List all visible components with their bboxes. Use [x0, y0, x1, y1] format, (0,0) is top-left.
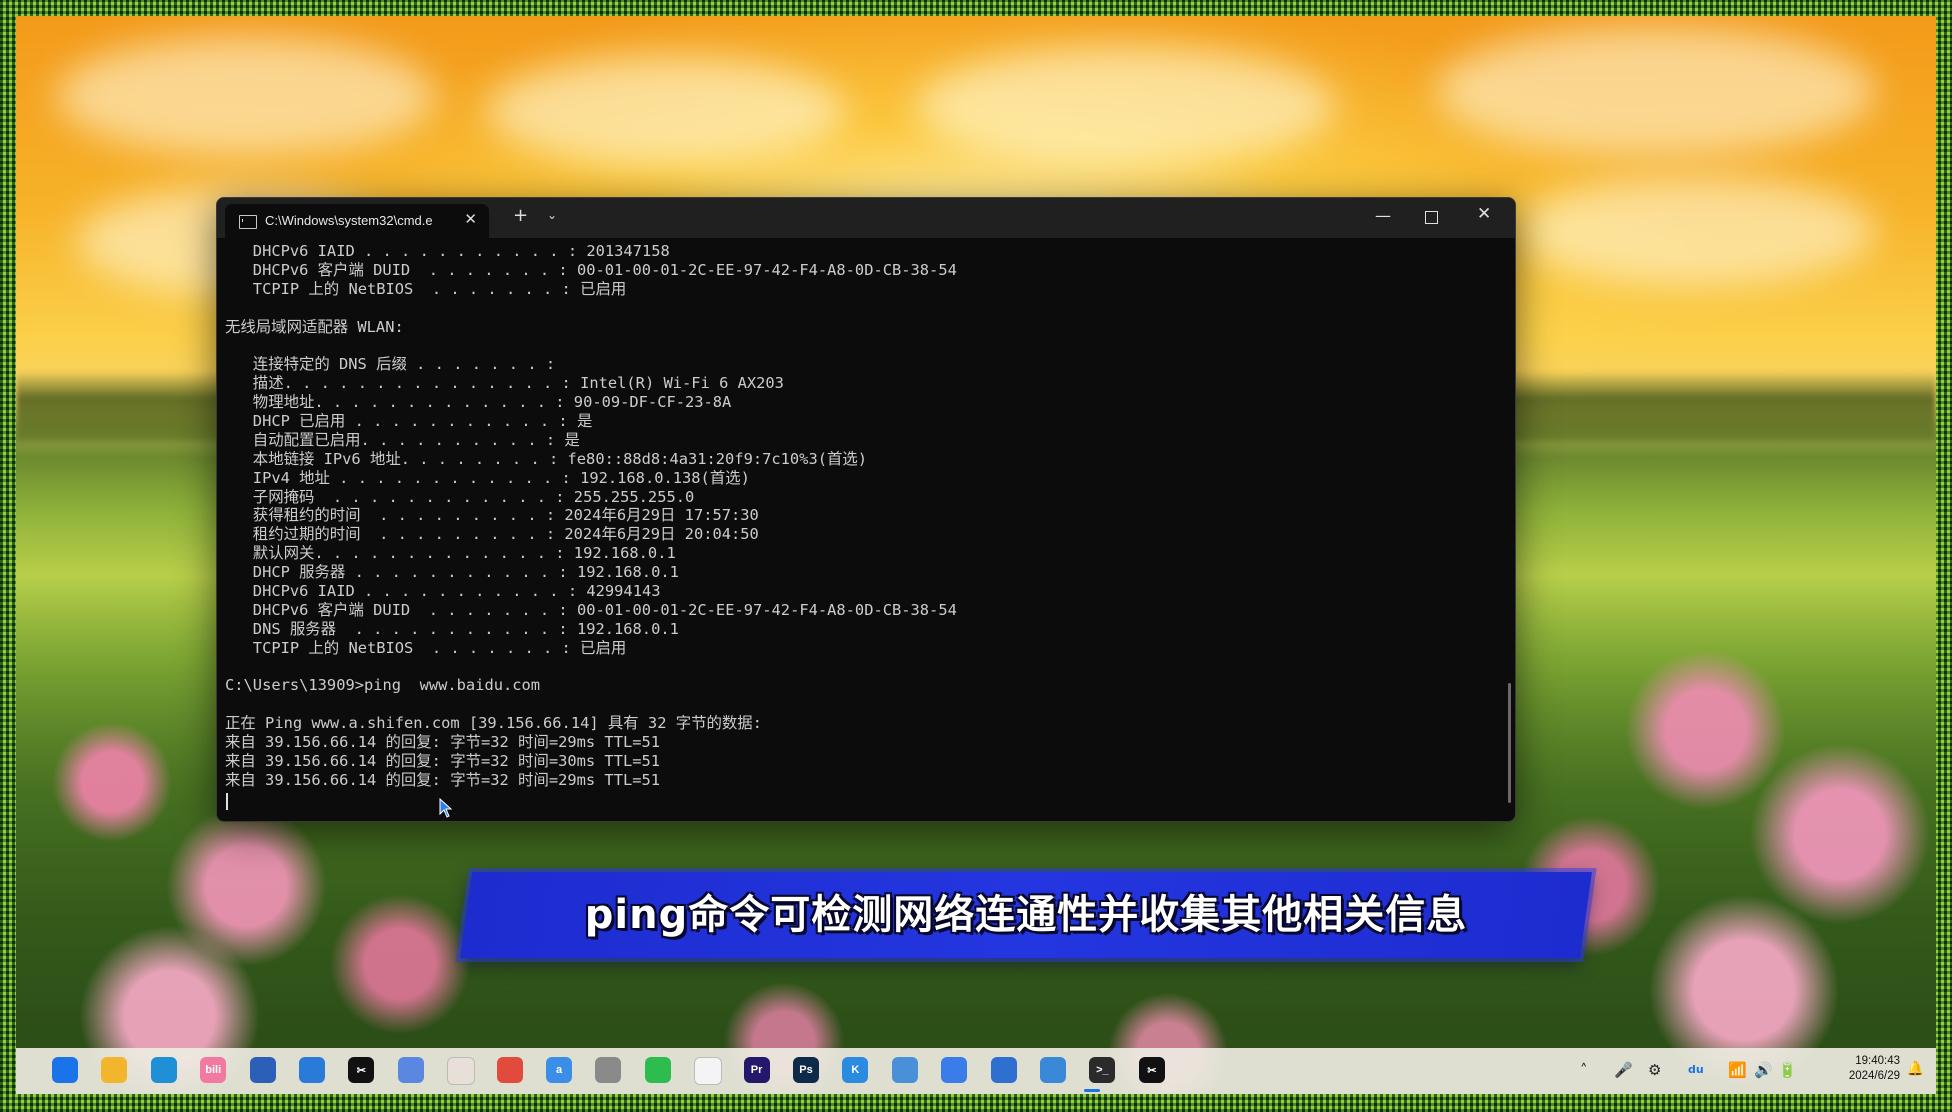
console-line: DHCPv6 客户端 DUID . . . . . . . : 00-01-00… — [225, 600, 957, 619]
new-tab-button[interactable]: + — [513, 205, 528, 226]
console-line: 来自 39.156.66.14 的回复: 字节=32 时间=30ms TTL=5… — [225, 752, 661, 771]
microphone-icon[interactable]: 🎤 — [1614, 1061, 1633, 1079]
console-line: DNS 服务器 . . . . . . . . . . . : 192.168.… — [225, 619, 679, 638]
console-line: 无线局域网适配器 WLAN: — [225, 317, 404, 336]
premiere-icon[interactable]: Pr — [743, 1057, 770, 1083]
app-tray-icon[interactable]: ⚙ — [1648, 1061, 1661, 1079]
cloud — [56, 36, 436, 156]
clock-time: 19:40:43 — [1855, 1055, 1900, 1067]
cloud — [1436, 26, 1876, 156]
console-line: 租约过期的时间 . . . . . . . . . : 2024年6月29日 2… — [225, 525, 759, 544]
terminal-icon[interactable]: >_ — [1089, 1057, 1116, 1083]
console-line: 默认网关. . . . . . . . . . . . . : 192.168.… — [225, 544, 676, 563]
console-line: 描述. . . . . . . . . . . . . . . : Intel(… — [225, 374, 784, 393]
terminal-window[interactable]: C:\Windows\system32\cmd.e ✕ + ⌄ — ✕ DHCP… — [216, 197, 1516, 822]
baidu-tray-icon[interactable]: du — [1688, 1063, 1704, 1076]
console-line: 连接特定的 DNS 后缀 . . . . . . . : — [225, 355, 556, 374]
console-line: DHCP 已启用 . . . . . . . . . . . : 是 — [225, 412, 593, 431]
console-line: 子网掩码 . . . . . . . . . . . . : 255.255.2… — [225, 487, 695, 506]
console-line: 自动配置已启用. . . . . . . . . . : 是 — [225, 430, 580, 449]
console-line: 物理地址. . . . . . . . . . . . . : 90-09-DF… — [225, 393, 732, 412]
console-line: IPv4 地址 . . . . . . . . . . . . : 192.16… — [225, 468, 750, 487]
scrollbar[interactable] — [1508, 683, 1511, 803]
battery-icon[interactable]: 🔋 — [1778, 1061, 1797, 1079]
cloud — [486, 56, 846, 166]
start-icon[interactable] — [52, 1057, 78, 1083]
game-app-icon[interactable] — [595, 1057, 622, 1083]
cloud — [916, 46, 1336, 166]
tab-close-icon[interactable]: ✕ — [464, 210, 477, 228]
console-output[interactable]: DHCPv6 IAID . . . . . . . . . . . : 2013… — [225, 242, 1501, 817]
clock-date: 2024/6/29 — [1848, 1070, 1900, 1082]
maximize-button[interactable] — [1425, 211, 1438, 224]
tab-cmd[interactable]: C:\Windows\system32\cmd.e ✕ — [225, 204, 489, 238]
mail-app-icon[interactable] — [941, 1057, 968, 1083]
console-line: 获得租约的时间 . . . . . . . . . : 2024年6月29日 1… — [225, 506, 759, 525]
console-line: 来自 39.156.66.14 的回复: 字节=32 时间=29ms TTL=5… — [225, 733, 661, 752]
window-app-icon[interactable] — [891, 1057, 918, 1083]
cloud — [1516, 176, 1876, 286]
wifi-icon[interactable]: 📶 — [1728, 1061, 1747, 1079]
wechat-icon[interactable] — [644, 1057, 671, 1083]
search-app-icon[interactable] — [990, 1057, 1017, 1083]
mouse-pointer-icon — [439, 798, 453, 818]
caption-text: ping命令可检测网络连通性并收集其他相关信息 — [584, 892, 1468, 938]
taskbar: bili ✂ a Pr Ps K >_ ✂ ˄ 🎤 ⚙ du 📶 🔊 🔋 19:40:43 2… — [16, 1048, 1936, 1094]
edge-icon[interactable] — [150, 1057, 177, 1083]
tab-title: C:\Windows\system32\cmd.e — [265, 213, 433, 228]
store-icon[interactable] — [249, 1057, 276, 1083]
title-bar[interactable]: C:\Windows\system32\cmd.e ✕ + ⌄ — ✕ — [217, 198, 1515, 238]
text-cursor — [226, 793, 228, 810]
console-line: DHCPv6 IAID . . . . . . . . . . . : 4299… — [225, 582, 661, 601]
app-icon[interactable] — [299, 1057, 325, 1083]
console-line: TCPIP 上的 NetBIOS . . . . . . . : 已启用 — [225, 638, 627, 657]
notification-bell-icon[interactable]: 🔔 — [1907, 1061, 1924, 1077]
network-app-icon[interactable] — [397, 1057, 424, 1083]
volume-icon[interactable]: 🔊 — [1754, 1061, 1773, 1079]
console-line: DHCP 服务器 . . . . . . . . . . . : 192.168… — [225, 563, 679, 582]
console-line: TCPIP 上的 NetBIOS . . . . . . . : 已启用 — [225, 279, 627, 298]
kuwo-icon[interactable]: K — [842, 1057, 869, 1083]
photoshop-icon[interactable]: Ps — [793, 1057, 819, 1083]
console-line: 本地链接 IPv6 地址. . . . . . . . : fe80::88d8… — [225, 449, 868, 468]
active-app-indicator — [1084, 1089, 1100, 1092]
file-explorer-icon[interactable] — [101, 1057, 128, 1083]
console-line: C:\Users\13909>ping www.baidu.com — [225, 676, 541, 695]
close-button[interactable]: ✕ — [1477, 204, 1491, 224]
clock[interactable]: 19:40:43 2024/6/29 — [1849, 1054, 1900, 1084]
tray-chevron-icon[interactable]: ˄ — [1580, 1061, 1588, 1079]
chrome-icon[interactable] — [496, 1057, 523, 1083]
notepad-icon[interactable] — [1040, 1057, 1066, 1083]
console-line: DHCPv6 客户端 DUID . . . . . . . : 00-01-00… — [225, 260, 957, 279]
console-line: 来自 39.156.66.14 的回复: 字节=32 时间=29ms TTL=5… — [225, 770, 661, 789]
capcut2-icon[interactable]: ✂ — [1138, 1057, 1165, 1083]
capcut-icon[interactable]: ✂ — [348, 1057, 375, 1083]
minimize-button[interactable]: — — [1375, 206, 1391, 225]
document-icon[interactable] — [694, 1057, 723, 1085]
photos-icon[interactable] — [447, 1057, 476, 1085]
console-icon — [239, 215, 257, 229]
console-line: 正在 Ping www.a.shifen.com [39.156.66.14] … — [225, 714, 762, 733]
console-line: DHCPv6 IAID . . . . . . . . . . . : 2013… — [225, 242, 670, 260]
bilibili-icon[interactable]: bili — [200, 1057, 227, 1083]
ai-app-icon[interactable]: a — [546, 1057, 572, 1083]
chevron-down-icon[interactable]: ⌄ — [547, 208, 557, 222]
